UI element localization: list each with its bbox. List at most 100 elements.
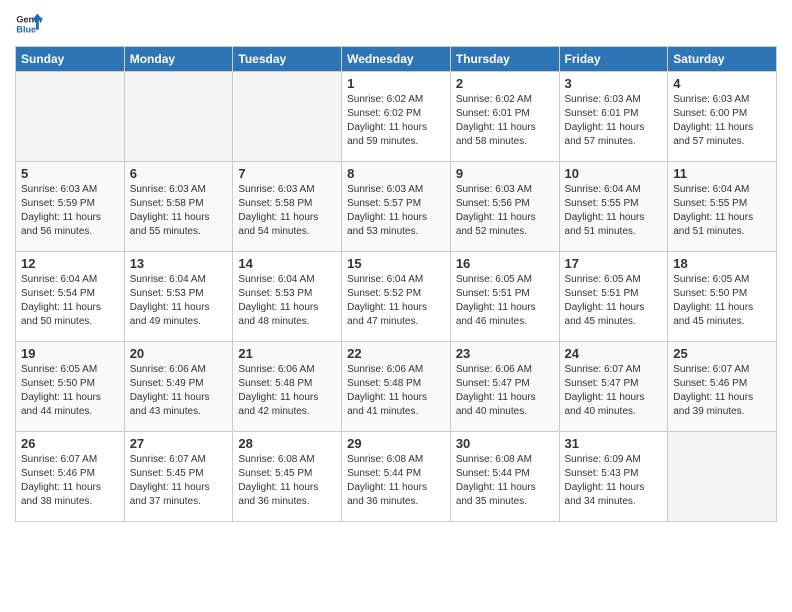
day-info: Sunrise: 6:03 AM Sunset: 5:58 PM Dayligh… <box>130 183 228 239</box>
day-info: Sunrise: 6:05 AM Sunset: 5:50 PM Dayligh… <box>21 363 119 419</box>
day-cell <box>16 72 125 162</box>
day-number: 17 <box>565 256 663 271</box>
header-day-tuesday: Tuesday <box>233 47 342 72</box>
day-number: 11 <box>673 166 771 181</box>
day-cell <box>124 72 233 162</box>
day-number: 8 <box>347 166 445 181</box>
day-number: 26 <box>21 436 119 451</box>
day-cell: 10 Sunrise: 6:04 AM Sunset: 5:55 PM Dayli… <box>559 162 668 252</box>
header-day-saturday: Saturday <box>668 47 777 72</box>
day-number: 1 <box>347 76 445 91</box>
svg-text:Blue: Blue <box>16 24 36 34</box>
day-number: 2 <box>456 76 554 91</box>
week-row-2: 5Sunrise: 6:03 AM Sunset: 5:59 PM Daylig… <box>16 162 777 252</box>
day-info: Sunrise: 6:04 AM Sunset: 5:52 PM Dayligh… <box>347 273 445 329</box>
day-cell: 31Sunrise: 6:09 AM Sunset: 5:43 PM Dayli… <box>559 432 668 522</box>
day-info: Sunrise: 6:04 AM Sunset: 5:55 PM Dayligh… <box>565 183 663 239</box>
day-info: Sunrise: 6:05 AM Sunset: 5:50 PM Dayligh… <box>673 273 771 329</box>
day-info: Sunrise: 6:05 AM Sunset: 5:51 PM Dayligh… <box>456 273 554 329</box>
day-cell: 14 Sunrise: 6:04 AM Sunset: 5:53 PM Dayli… <box>233 252 342 342</box>
day-info: Sunrise: 6:03 AM Sunset: 5:58 PM Dayligh… <box>238 183 336 239</box>
day-cell: 28 Sunrise: 6:08 AM Sunset: 5:45 PM Dayli… <box>233 432 342 522</box>
day-info: Sunrise: 6:04 AM Sunset: 5:54 PM Dayligh… <box>21 273 119 329</box>
day-cell: 8 Sunrise: 6:03 AM Sunset: 5:57 PM Daylig… <box>342 162 451 252</box>
day-number: 4 <box>673 76 771 91</box>
day-info: Sunrise: 6:06 AM Sunset: 5:49 PM Dayligh… <box>130 363 228 419</box>
header-day-wednesday: Wednesday <box>342 47 451 72</box>
day-number: 19 <box>21 346 119 361</box>
day-info: Sunrise: 6:03 AM Sunset: 6:00 PM Dayligh… <box>673 93 771 149</box>
day-info: Sunrise: 6:08 AM Sunset: 5:45 PM Dayligh… <box>238 453 336 509</box>
day-cell: 9Sunrise: 6:03 AM Sunset: 5:56 PM Daylig… <box>450 162 559 252</box>
week-row-1: 1 Sunrise: 6:02 AM Sunset: 6:02 PM Daylig… <box>16 72 777 162</box>
day-number: 20 <box>130 346 228 361</box>
header-day-monday: Monday <box>124 47 233 72</box>
day-info: Sunrise: 6:04 AM Sunset: 5:53 PM Dayligh… <box>238 273 336 329</box>
logo-icon: General Blue <box>15 10 43 38</box>
day-number: 6 <box>130 166 228 181</box>
day-info: Sunrise: 6:08 AM Sunset: 5:44 PM Dayligh… <box>347 453 445 509</box>
day-cell <box>668 432 777 522</box>
day-number: 13 <box>130 256 228 271</box>
week-row-4: 19 Sunrise: 6:05 AM Sunset: 5:50 PM Dayli… <box>16 342 777 432</box>
day-info: Sunrise: 6:08 AM Sunset: 5:44 PM Dayligh… <box>456 453 554 509</box>
day-number: 16 <box>456 256 554 271</box>
day-info: Sunrise: 6:03 AM Sunset: 5:57 PM Dayligh… <box>347 183 445 239</box>
day-cell: 7 Sunrise: 6:03 AM Sunset: 5:58 PM Daylig… <box>233 162 342 252</box>
day-info: Sunrise: 6:05 AM Sunset: 5:51 PM Dayligh… <box>565 273 663 329</box>
day-info: Sunrise: 6:04 AM Sunset: 5:55 PM Dayligh… <box>673 183 771 239</box>
day-number: 28 <box>238 436 336 451</box>
day-number: 5 <box>21 166 119 181</box>
day-cell: 11 Sunrise: 6:04 AM Sunset: 5:55 PM Dayli… <box>668 162 777 252</box>
day-cell: 21 Sunrise: 6:06 AM Sunset: 5:48 PM Dayli… <box>233 342 342 432</box>
logo: General Blue <box>15 10 43 38</box>
day-cell: 22 Sunrise: 6:06 AM Sunset: 5:48 PM Dayli… <box>342 342 451 432</box>
day-number: 7 <box>238 166 336 181</box>
header-day-friday: Friday <box>559 47 668 72</box>
day-number: 10 <box>565 166 663 181</box>
calendar-table: SundayMondayTuesdayWednesdayThursdayFrid… <box>15 46 777 522</box>
day-cell: 27Sunrise: 6:07 AM Sunset: 5:45 PM Dayli… <box>124 432 233 522</box>
day-info: Sunrise: 6:06 AM Sunset: 5:48 PM Dayligh… <box>238 363 336 419</box>
day-cell: 5Sunrise: 6:03 AM Sunset: 5:59 PM Daylig… <box>16 162 125 252</box>
day-number: 9 <box>456 166 554 181</box>
day-number: 18 <box>673 256 771 271</box>
day-number: 22 <box>347 346 445 361</box>
day-info: Sunrise: 6:07 AM Sunset: 5:45 PM Dayligh… <box>130 453 228 509</box>
week-row-5: 26 Sunrise: 6:07 AM Sunset: 5:46 PM Dayli… <box>16 432 777 522</box>
day-number: 15 <box>347 256 445 271</box>
calendar-header-row: SundayMondayTuesdayWednesdayThursdayFrid… <box>16 47 777 72</box>
day-cell: 6 Sunrise: 6:03 AM Sunset: 5:58 PM Daylig… <box>124 162 233 252</box>
header-day-sunday: Sunday <box>16 47 125 72</box>
header-day-thursday: Thursday <box>450 47 559 72</box>
week-row-3: 12 Sunrise: 6:04 AM Sunset: 5:54 PM Dayli… <box>16 252 777 342</box>
day-cell: 29 Sunrise: 6:08 AM Sunset: 5:44 PM Dayli… <box>342 432 451 522</box>
day-number: 30 <box>456 436 554 451</box>
day-cell: 16 Sunrise: 6:05 AM Sunset: 5:51 PM Dayli… <box>450 252 559 342</box>
day-cell: 1 Sunrise: 6:02 AM Sunset: 6:02 PM Daylig… <box>342 72 451 162</box>
day-cell: 2Sunrise: 6:02 AM Sunset: 6:01 PM Daylig… <box>450 72 559 162</box>
day-number: 21 <box>238 346 336 361</box>
day-info: Sunrise: 6:06 AM Sunset: 5:48 PM Dayligh… <box>347 363 445 419</box>
day-number: 23 <box>456 346 554 361</box>
day-number: 12 <box>21 256 119 271</box>
day-number: 3 <box>565 76 663 91</box>
day-info: Sunrise: 6:04 AM Sunset: 5:53 PM Dayligh… <box>130 273 228 329</box>
day-cell: 23Sunrise: 6:06 AM Sunset: 5:47 PM Dayli… <box>450 342 559 432</box>
day-number: 24 <box>565 346 663 361</box>
day-cell: 24 Sunrise: 6:07 AM Sunset: 5:47 PM Dayli… <box>559 342 668 432</box>
day-cell: 17 Sunrise: 6:05 AM Sunset: 5:51 PM Dayli… <box>559 252 668 342</box>
day-cell: 12 Sunrise: 6:04 AM Sunset: 5:54 PM Dayli… <box>16 252 125 342</box>
day-cell: 4 Sunrise: 6:03 AM Sunset: 6:00 PM Daylig… <box>668 72 777 162</box>
day-info: Sunrise: 6:02 AM Sunset: 6:02 PM Dayligh… <box>347 93 445 149</box>
day-number: 31 <box>565 436 663 451</box>
day-cell: 20 Sunrise: 6:06 AM Sunset: 5:49 PM Dayli… <box>124 342 233 432</box>
day-number: 25 <box>673 346 771 361</box>
day-info: Sunrise: 6:07 AM Sunset: 5:46 PM Dayligh… <box>21 453 119 509</box>
day-number: 14 <box>238 256 336 271</box>
day-cell: 30 Sunrise: 6:08 AM Sunset: 5:44 PM Dayli… <box>450 432 559 522</box>
day-info: Sunrise: 6:07 AM Sunset: 5:47 PM Dayligh… <box>565 363 663 419</box>
day-info: Sunrise: 6:07 AM Sunset: 5:46 PM Dayligh… <box>673 363 771 419</box>
day-number: 29 <box>347 436 445 451</box>
day-cell: 13 Sunrise: 6:04 AM Sunset: 5:53 PM Dayli… <box>124 252 233 342</box>
